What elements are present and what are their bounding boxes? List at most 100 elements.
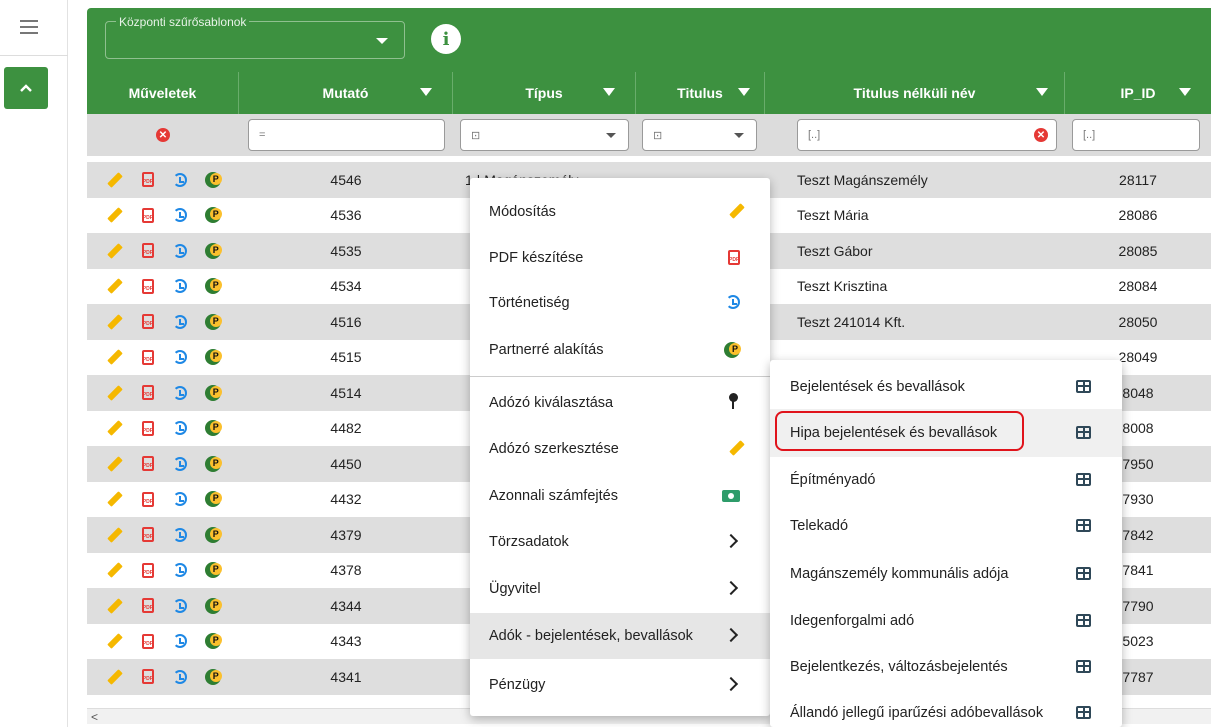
- submenu-item-bejelentesek[interactable]: Bejelentések és bevallások: [770, 363, 1122, 411]
- filter-icon[interactable]: [1036, 88, 1048, 96]
- pdf-icon[interactable]: PDF: [132, 420, 165, 436]
- clear-filters-icon[interactable]: ✕: [156, 128, 170, 142]
- history-icon[interactable]: [164, 634, 197, 648]
- edit-pencil-icon[interactable]: [99, 597, 132, 614]
- column-header-nev[interactable]: Titulus nélküli név: [765, 72, 1065, 114]
- pdf-icon[interactable]: PDF: [132, 243, 165, 258]
- pdf-icon[interactable]: PDF: [132, 562, 165, 578]
- menu-item-pdf[interactable]: PDF készítése PDF: [470, 235, 770, 281]
- pdf-icon[interactable]: PDF: [132, 491, 165, 507]
- scroll-left-icon[interactable]: <: [91, 710, 98, 724]
- edit-pencil-icon[interactable]: [99, 562, 132, 578]
- partner-icon[interactable]: [197, 455, 230, 472]
- partner-icon[interactable]: [197, 597, 230, 614]
- pdf-icon[interactable]: PDF: [132, 527, 165, 542]
- filter-template-select[interactable]: Központi szűrősablonok: [105, 15, 405, 59]
- pdf-icon[interactable]: PDF: [132, 385, 165, 400]
- history-icon[interactable]: [164, 669, 197, 684]
- history-icon[interactable]: [164, 456, 197, 471]
- partner-icon[interactable]: [197, 171, 230, 188]
- submenu-item-hipa[interactable]: Hipa bejelentések és bevallások: [770, 409, 1122, 457]
- history-icon[interactable]: [164, 492, 197, 506]
- filter-input-nev[interactable]: [..] ✕: [797, 119, 1057, 151]
- edit-pencil-icon[interactable]: [99, 526, 132, 543]
- history-icon[interactable]: [164, 421, 197, 435]
- column-header-mutato[interactable]: Mutató: [239, 72, 453, 114]
- menu-item-adozo-kivalasztasa[interactable]: Adózó kiválasztása: [470, 380, 770, 426]
- partner-icon[interactable]: [197, 668, 230, 685]
- history-icon[interactable]: [164, 314, 197, 329]
- filter-select-titulus[interactable]: ⊡: [642, 119, 757, 151]
- pdf-icon[interactable]: PDF: [132, 278, 165, 294]
- info-icon[interactable]: i: [431, 24, 461, 54]
- pdf-icon[interactable]: PDF: [132, 456, 165, 471]
- edit-pencil-icon[interactable]: [99, 349, 132, 365]
- edit-pencil-icon[interactable]: [99, 207, 132, 223]
- pdf-icon[interactable]: PDF: [132, 633, 165, 649]
- submenu-item-idegenforgalmi[interactable]: Idegenforgalmi adó: [770, 597, 1122, 645]
- filter-icon[interactable]: [738, 88, 750, 96]
- menu-item-adok[interactable]: Adók - bejelentések, bevallások: [470, 613, 770, 659]
- edit-pencil-icon[interactable]: [99, 384, 132, 401]
- edit-pencil-icon[interactable]: [99, 420, 132, 436]
- collapse-button[interactable]: [4, 67, 48, 109]
- hamburger-menu-icon[interactable]: [20, 20, 38, 34]
- partner-icon[interactable]: [197, 384, 230, 401]
- menu-item-torzsadatok[interactable]: Törzsadatok: [470, 519, 770, 565]
- partner-icon[interactable]: [197, 526, 230, 543]
- clear-icon[interactable]: ✕: [1034, 128, 1048, 142]
- edit-pencil-icon[interactable]: [99, 491, 132, 507]
- menu-item-tortenetiseg[interactable]: Történetiség: [470, 280, 770, 326]
- history-icon[interactable]: [164, 172, 197, 187]
- column-header-ipid[interactable]: IP_ID: [1065, 72, 1211, 114]
- partner-icon[interactable]: [197, 278, 230, 294]
- submenu-item-telekado[interactable]: Telekadó: [770, 502, 1122, 550]
- partner-icon[interactable]: [197, 633, 230, 649]
- pdf-icon[interactable]: PDF: [132, 349, 165, 365]
- column-header-muveletek[interactable]: Műveletek: [87, 72, 239, 114]
- menu-item-modositas[interactable]: Módosítás: [470, 189, 770, 235]
- history-icon[interactable]: [164, 527, 197, 542]
- partner-icon[interactable]: [197, 349, 230, 365]
- history-icon[interactable]: [164, 385, 197, 400]
- menu-item-partner[interactable]: Partnerré alakítás: [470, 327, 770, 373]
- edit-pencil-icon[interactable]: [99, 668, 132, 685]
- pdf-icon[interactable]: PDF: [132, 172, 165, 187]
- partner-icon[interactable]: [197, 207, 230, 223]
- edit-pencil-icon[interactable]: [99, 633, 132, 649]
- partner-icon[interactable]: [197, 242, 230, 259]
- menu-item-adozo-szerkesztese[interactable]: Adózó szerkesztése: [470, 426, 770, 472]
- submenu-item-epitmenyado[interactable]: Építményadó: [770, 456, 1122, 504]
- menu-item-penzugy[interactable]: Pénzügy: [470, 662, 770, 708]
- pdf-icon[interactable]: PDF: [132, 669, 165, 684]
- pdf-icon[interactable]: PDF: [132, 314, 165, 329]
- filter-input-ipid[interactable]: [..]: [1072, 119, 1200, 151]
- submenu-item-kommunalis[interactable]: Magánszemély kommunális adója: [770, 550, 1122, 598]
- submenu-item-bejelentkezes[interactable]: Bejelentkezés, változásbejelentés: [770, 643, 1122, 691]
- history-icon[interactable]: [164, 208, 197, 222]
- pdf-icon[interactable]: PDF: [132, 598, 165, 613]
- edit-pencil-icon[interactable]: [99, 313, 132, 330]
- submenu-item-iparuzesi[interactable]: Állandó jellegű iparűzési adóbevallások: [770, 689, 1122, 727]
- pdf-icon[interactable]: PDF: [132, 207, 165, 223]
- partner-icon[interactable]: [197, 562, 230, 578]
- history-icon[interactable]: [164, 243, 197, 258]
- filter-select-tipus[interactable]: ⊡: [460, 119, 629, 151]
- partner-icon[interactable]: [197, 420, 230, 436]
- menu-item-ugyvitel[interactable]: Ügyvitel: [470, 566, 770, 612]
- filter-icon[interactable]: [1179, 88, 1191, 96]
- partner-icon[interactable]: [197, 313, 230, 330]
- history-icon[interactable]: [164, 279, 197, 293]
- filter-icon[interactable]: [420, 88, 432, 96]
- filter-input-mutato[interactable]: =: [248, 119, 445, 151]
- edit-pencil-icon[interactable]: [99, 171, 132, 188]
- history-icon[interactable]: [164, 598, 197, 613]
- edit-pencil-icon[interactable]: [99, 278, 132, 294]
- column-header-tipus[interactable]: Típus: [453, 72, 636, 114]
- filter-icon[interactable]: [603, 88, 615, 96]
- edit-pencil-icon[interactable]: [99, 455, 132, 472]
- history-icon[interactable]: [164, 563, 197, 577]
- menu-item-azonnali-szamfejtes[interactable]: Azonnali számfejtés: [470, 473, 770, 519]
- column-header-titulus[interactable]: Titulus: [636, 72, 765, 114]
- history-icon[interactable]: [164, 350, 197, 364]
